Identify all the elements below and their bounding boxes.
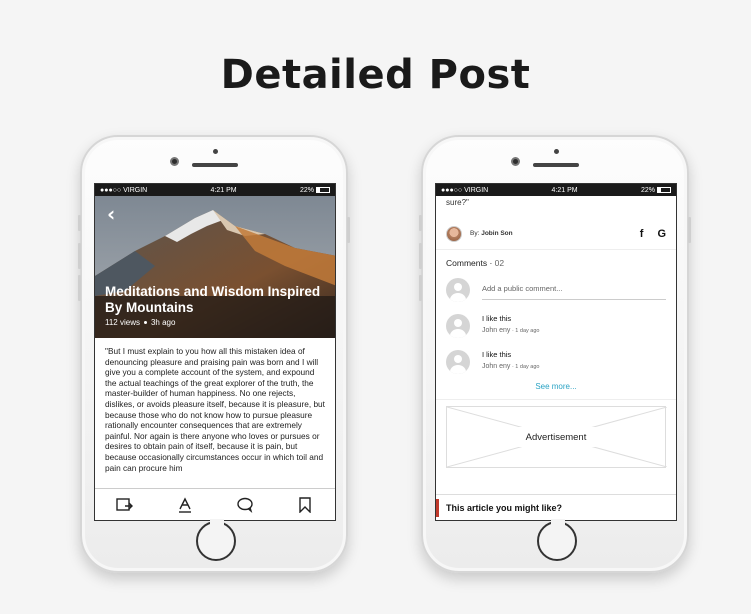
power-button — [688, 217, 691, 243]
facebook-icon[interactable]: f — [640, 228, 644, 240]
author-name[interactable]: Jobin Son — [481, 230, 512, 237]
volume-down-button — [78, 275, 81, 301]
comments-count: 02 — [494, 258, 505, 268]
volume-up-button — [419, 243, 422, 269]
mute-switch — [419, 215, 422, 231]
comment-item: I like this John eny · 1 day ago — [436, 308, 676, 344]
article-toolbar — [95, 488, 335, 520]
battery-icon — [656, 186, 671, 193]
post-body: "But I must explain to you how all this … — [105, 346, 325, 473]
comment-item: I like this John eny · 1 day ago — [436, 344, 676, 380]
earpiece-speaker — [192, 163, 238, 167]
comment-time: · 1 day ago — [510, 364, 540, 370]
comment-author[interactable]: John eny — [482, 327, 510, 334]
post-screen: ●●●○○ VIRGIN 4:21 PM 22% ‹ Meditations a… — [94, 183, 336, 521]
author-by-label: By: — [470, 230, 482, 237]
earpiece-speaker — [533, 163, 579, 167]
add-comment-input[interactable]: Add a public comment... — [482, 278, 666, 300]
social-share: f G — [640, 228, 666, 240]
proximity-sensor — [554, 149, 559, 154]
comment-time: · 1 day ago — [510, 328, 540, 334]
author-avatar[interactable] — [446, 225, 462, 242]
back-arrow-icon[interactable]: ‹ — [107, 202, 115, 226]
author-row: By: Jobin Son f G — [436, 218, 676, 250]
post-meta: 112 views 3h ago — [105, 318, 175, 327]
status-bar: ●●●○○ VIRGIN 4:21 PM 22% — [436, 184, 676, 196]
comment-text: I like this — [482, 314, 512, 323]
bookmark-icon[interactable] — [295, 495, 315, 515]
google-icon[interactable]: G — [657, 228, 666, 240]
comments-label: Comments · — [446, 258, 495, 268]
status-time: 4:21 PM — [210, 186, 237, 194]
share-icon[interactable] — [115, 495, 135, 515]
commenter-avatar — [446, 350, 470, 374]
related-articles-header[interactable]: This article you might like? — [436, 494, 676, 520]
front-camera — [170, 157, 179, 166]
volume-up-button — [78, 243, 81, 269]
author-byline: By: Jobin Son — [470, 230, 513, 237]
battery-icon — [315, 186, 330, 193]
mountain-illustration — [95, 196, 335, 338]
battery-status: 22% — [300, 187, 330, 194]
comment-icon[interactable] — [235, 495, 255, 515]
comment-author[interactable]: John eny — [482, 363, 510, 370]
advertisement-box[interactable]: Advertisement — [446, 406, 667, 468]
post-age: 3h ago — [150, 318, 176, 327]
add-comment-row: Add a public comment... — [436, 272, 676, 308]
advertisement-label: Advertisement — [525, 432, 587, 443]
comment-text: I like this — [482, 350, 512, 359]
power-button — [347, 217, 350, 243]
volume-down-button — [419, 275, 422, 301]
post-views: 112 views — [105, 318, 140, 327]
page-title: Detailed Post — [220, 52, 531, 98]
battery-status: 22% — [641, 187, 671, 194]
front-camera — [511, 157, 520, 166]
status-bar: ●●●○○ VIRGIN 4:21 PM 22% — [95, 184, 335, 196]
carrier-label: ●●●○○ VIRGIN — [100, 186, 148, 194]
post-title: Meditations and Wisdom Inspired By Mount… — [105, 284, 321, 315]
post-body-tail: sure?" — [446, 198, 469, 207]
mute-switch — [78, 215, 81, 231]
status-time: 4:21 PM — [551, 186, 578, 194]
battery-percent: 22% — [299, 186, 314, 194]
phone-mockup-comments: ●●●○○ VIRGIN 4:21 PM 22% sure?" By: Jobi… — [419, 135, 691, 573]
comments-screen: ●●●○○ VIRGIN 4:21 PM 22% sure?" By: Jobi… — [435, 183, 677, 521]
see-more-link[interactable]: See more... — [436, 382, 676, 400]
commenter-avatar — [446, 314, 470, 338]
battery-percent: 22% — [640, 186, 655, 194]
home-button — [196, 519, 236, 561]
carrier-label: ●●●○○ VIRGIN — [441, 186, 489, 194]
separator-dot — [143, 321, 147, 325]
user-avatar — [446, 278, 470, 302]
hero-image: ‹ Meditations and Wisdom Inspired By Mou… — [95, 196, 335, 338]
phone-mockup-post: ●●●○○ VIRGIN 4:21 PM 22% ‹ Meditations a… — [78, 135, 350, 573]
comments-header: Comments · 02 — [436, 250, 676, 272]
home-button — [537, 519, 577, 561]
proximity-sensor — [213, 149, 218, 154]
font-size-icon[interactable] — [175, 495, 195, 515]
